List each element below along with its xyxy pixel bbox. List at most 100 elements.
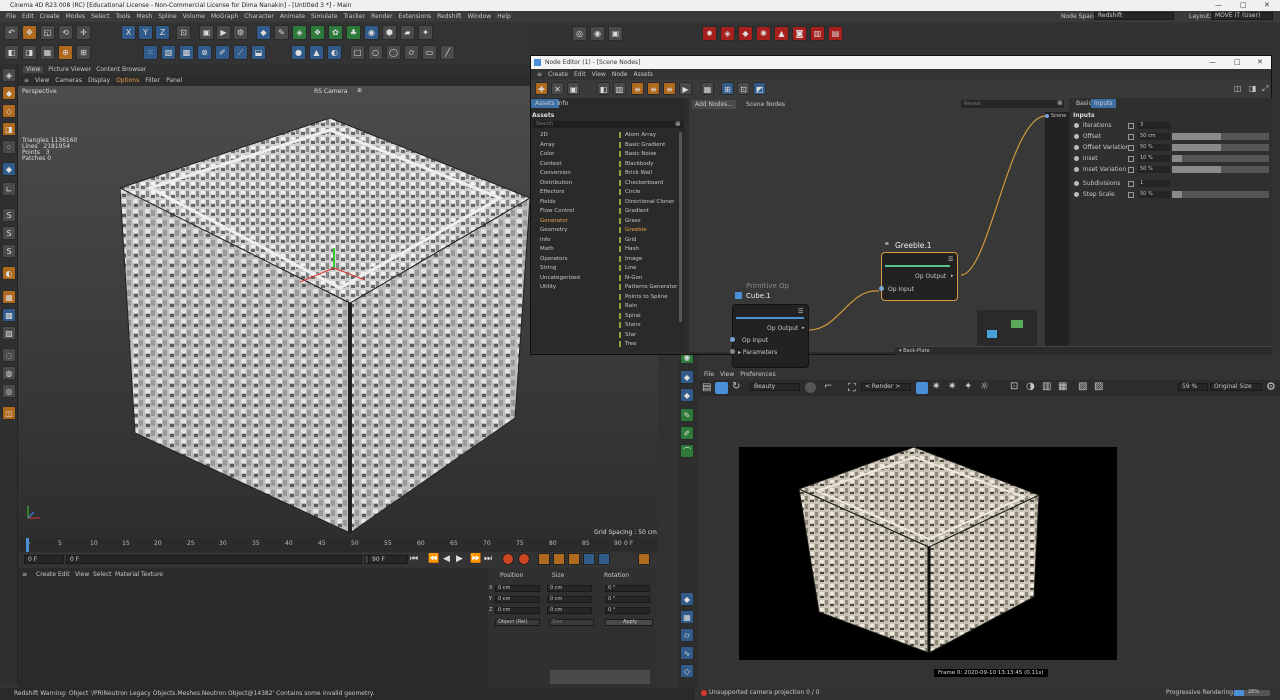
record-icon[interactable] — [502, 553, 514, 565]
asset-brick-wall[interactable]: Brick Wall — [619, 170, 652, 176]
node-graph-canvas[interactable]: Add Nodes... Scene Nodes Reveal ⊗ Scene … — [689, 98, 1069, 368]
asset-spiral[interactable]: Spiral — [619, 312, 641, 319]
rv-fit-icon[interactable]: ⊡ — [1010, 381, 1018, 392]
mograph-icon[interactable]: ✿ — [328, 25, 343, 40]
minimize-icon[interactable]: — — [1215, 0, 1222, 11]
category-info[interactable]: Info — [540, 237, 550, 243]
spline-pen-icon[interactable]: ✎ — [680, 408, 694, 422]
cube-object-icon[interactable]: ◆ — [256, 25, 271, 40]
key-rotation-icon[interactable] — [568, 553, 580, 565]
ne-menu-edit[interactable]: Edit — [574, 71, 586, 78]
points-mode-icon[interactable]: ⁙ — [143, 45, 158, 60]
category-array[interactable]: Array — [540, 142, 555, 148]
quantize-icon[interactable]: ⊞ — [76, 45, 91, 60]
cube-node-input-port[interactable] — [730, 337, 735, 342]
rv-cc-icon[interactable]: ▧ — [1078, 381, 1087, 392]
viewport-menu-panel[interactable]: Panel — [166, 77, 182, 84]
ne-menu-icon[interactable]: ≡ — [537, 71, 542, 78]
mograph-selection-icon[interactable]: ◆ — [680, 370, 694, 384]
rectangle-select-icon[interactable]: □ — [350, 45, 365, 60]
model-mode-icon[interactable]: ◧ — [4, 45, 19, 60]
viewport-menu-display[interactable]: Display — [88, 77, 110, 84]
zoom-select[interactable]: 59 % — [1178, 383, 1208, 391]
cube-icon[interactable]: ◆ — [680, 388, 694, 402]
asset-directional-cloner[interactable]: Directional Cloner — [619, 198, 674, 205]
snap-icon[interactable]: ⊕ — [58, 45, 73, 60]
asset-image[interactable]: Image — [619, 255, 642, 262]
workplane-icon[interactable]: ▦ — [40, 45, 55, 60]
ne-layout-2-icon[interactable]: ≡ — [647, 82, 660, 95]
category-utility[interactable]: Utility — [540, 284, 556, 290]
rv-bucket-icon[interactable]: ✷ — [948, 381, 956, 392]
ne-close-icon[interactable]: ✕ — [1257, 56, 1263, 69]
manager-create[interactable]: Create — [36, 571, 56, 578]
viewport-menu-icon[interactable]: ≡ — [24, 77, 29, 84]
z-axis-lock-button[interactable]: Z — [155, 25, 170, 40]
menu-edit[interactable]: Edit — [22, 13, 34, 20]
y-axis-lock-button[interactable]: Y — [138, 25, 153, 40]
asset-blackbody[interactable]: Blackbody — [619, 160, 653, 167]
redshift-render-icon[interactable]: ◎ — [572, 26, 587, 41]
attr-key-iterations[interactable] — [1128, 123, 1134, 129]
asset-circle[interactable]: Circle — [619, 189, 640, 195]
menu-select[interactable]: Select — [91, 13, 110, 20]
ne-menu-create[interactable]: Create — [548, 71, 568, 78]
category-operators[interactable]: Operators — [540, 256, 567, 262]
attr-slider-step-scale[interactable] — [1172, 191, 1269, 198]
key-scale-icon[interactable] — [583, 553, 595, 565]
polygon-mode-icon[interactable]: ◇ — [2, 104, 16, 118]
rs-object-icon[interactable]: ◇ — [680, 664, 694, 678]
attr-value-offset-variation[interactable]: 50 % — [1138, 144, 1170, 151]
enable-snap-icon[interactable]: S — [2, 208, 16, 222]
ne-minimize-icon[interactable]: — — [1209, 56, 1216, 69]
menu-create[interactable]: Create — [40, 13, 60, 20]
subdivision-icon[interactable]: ◈ — [292, 25, 307, 40]
position-x-field[interactable]: 0 cm — [495, 585, 540, 592]
axis-mode-icon[interactable]: ∟ — [2, 182, 16, 196]
ne-preview-icon[interactable]: ◩ — [753, 82, 766, 95]
tab-info[interactable]: Info — [553, 99, 572, 108]
asset-tree[interactable]: Tree — [619, 341, 636, 347]
brush-icon[interactable]: ✐ — [215, 45, 230, 60]
render-picture-viewer-icon[interactable]: ▶ — [216, 25, 231, 40]
tab-view[interactable]: View — [23, 66, 44, 73]
rv-freeze-icon[interactable]: ✦ — [964, 381, 972, 392]
tab-content-browser[interactable]: Content Browser — [96, 66, 146, 73]
rv-start-ipr-icon[interactable] — [715, 382, 728, 394]
rv-menu-icon[interactable]: ▤ — [702, 382, 711, 393]
locked-workplane-icon[interactable]: ▩ — [2, 308, 16, 322]
ne-menu-view[interactable]: View — [592, 71, 606, 78]
rv-view-icon[interactable]: ▨ — [1094, 381, 1103, 392]
rv-lock-camera-icon[interactable] — [916, 382, 928, 394]
ne-frame-selected-icon[interactable]: ⊡ — [737, 82, 750, 95]
menu-file[interactable]: File — [6, 13, 16, 20]
make-editable-icon[interactable]: ◈ — [2, 68, 16, 82]
viewport-menu-options[interactable]: Options — [116, 77, 139, 84]
cube-node-menu-icon[interactable]: ☰ — [798, 308, 803, 315]
render-settings-icon[interactable]: ⚙ — [233, 25, 248, 40]
redshift-rv-icon[interactable]: ▣ — [608, 26, 623, 41]
render-image[interactable] — [739, 447, 1117, 660]
viewport-solo-off-icon[interactable]: ◎ — [2, 384, 16, 398]
ne-new-node-icon[interactable]: ✚ — [535, 82, 548, 95]
point-mode-icon[interactable]: ⁘ — [2, 140, 16, 154]
ne-play-icon[interactable]: ▶ — [679, 82, 692, 95]
asset-stairs[interactable]: Stairs — [619, 322, 641, 328]
uv-mode-icon[interactable]: ⊗ — [197, 45, 212, 60]
redshift-area-light-icon[interactable]: ◈ — [720, 26, 735, 41]
key-position-icon[interactable] — [553, 553, 565, 565]
cube-array-icon[interactable]: ▦ — [680, 610, 694, 624]
attr-key-subdivisions[interactable] — [1128, 181, 1134, 187]
rv-refresh-icon[interactable]: ↻ — [732, 381, 740, 392]
menu-volume[interactable]: Volume — [183, 13, 205, 20]
manager-texture[interactable]: Texture — [141, 571, 163, 578]
asset-grid[interactable]: Grid — [619, 236, 637, 243]
viewport-solo-hierarchy-icon[interactable]: ◍ — [2, 366, 16, 380]
size-y-field[interactable]: 0 cm — [547, 596, 592, 603]
greeble-cube-model[interactable] — [120, 118, 540, 538]
spline-object-icon[interactable]: ∿ — [680, 646, 694, 660]
asset-basic-gradient[interactable]: Basic Gradient — [619, 141, 665, 148]
attr-key-offset-variation[interactable] — [1128, 145, 1134, 151]
move-tool-icon[interactable]: ✥ — [22, 25, 37, 40]
timeline-ruler[interactable]: 0 5 10 15 20 25 30 35 40 45 50 55 60 65 … — [18, 538, 658, 552]
